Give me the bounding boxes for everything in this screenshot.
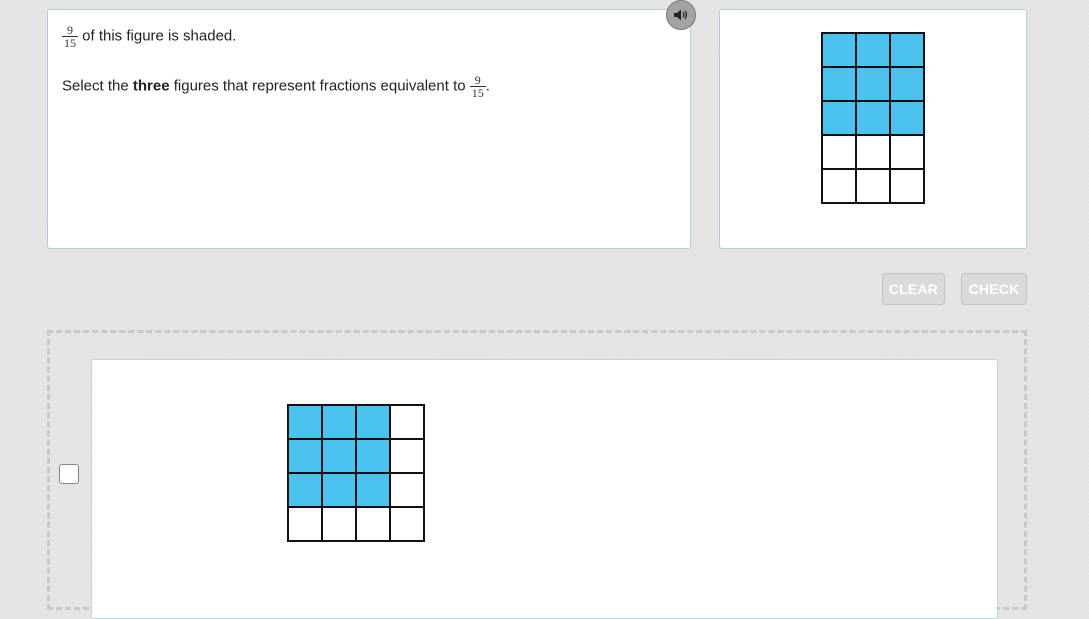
- shaded-cell: [857, 102, 889, 134]
- unshaded-cell: [289, 508, 321, 540]
- shaded-cell: [289, 440, 321, 472]
- shaded-cell: [323, 406, 355, 438]
- unshaded-cell: [357, 508, 389, 540]
- unshaded-cell: [823, 136, 855, 168]
- unshaded-cell: [391, 406, 423, 438]
- shaded-cell: [323, 474, 355, 506]
- fraction-9-15: 9 15: [469, 73, 486, 100]
- option-card[interactable]: [91, 359, 998, 619]
- shaded-cell: [891, 102, 923, 134]
- shaded-cell: [823, 68, 855, 100]
- statement-text: of this figure is shaded.: [78, 27, 237, 45]
- unshaded-cell: [323, 508, 355, 540]
- fraction-9-15: 9 15: [62, 24, 78, 49]
- instruction-bold-word: three: [132, 77, 170, 95]
- unshaded-cell: [891, 136, 923, 168]
- unshaded-cell: [857, 170, 889, 202]
- shaded-cell: [823, 102, 855, 134]
- shaded-cell: [357, 406, 389, 438]
- unshaded-cell: [891, 170, 923, 202]
- shaded-cell: [357, 440, 389, 472]
- fraction-numerator: 9: [474, 73, 481, 87]
- option-checkbox[interactable]: [59, 464, 79, 484]
- question-panel: 9 15 of this figure is shaded. Select th…: [47, 9, 691, 249]
- shaded-cell: [891, 34, 923, 66]
- instruction-suffix: .: [485, 77, 490, 95]
- fraction-denominator: 15: [469, 86, 486, 100]
- given-fraction-grid: [821, 32, 925, 204]
- check-button[interactable]: CHECK: [961, 273, 1027, 305]
- instruction-prefix: Select the: [62, 77, 133, 95]
- shaded-cell: [857, 68, 889, 100]
- clear-button[interactable]: CLEAR: [882, 273, 945, 305]
- shaded-cell: [357, 474, 389, 506]
- unshaded-cell: [391, 440, 423, 472]
- unshaded-cell: [391, 474, 423, 506]
- shaded-cell: [289, 474, 321, 506]
- unshaded-cell: [391, 508, 423, 540]
- unshaded-cell: [823, 170, 855, 202]
- fraction-numerator: 9: [67, 23, 73, 37]
- speaker-glyph: [674, 9, 688, 21]
- fraction-denominator: 15: [62, 36, 78, 50]
- shaded-cell: [891, 68, 923, 100]
- speaker-icon[interactable]: [666, 0, 696, 30]
- figure-panel: [719, 9, 1027, 249]
- option-fraction-grid: [287, 404, 425, 542]
- shaded-cell: [857, 34, 889, 66]
- question-statement: 9 15 of this figure is shaded.: [62, 24, 236, 49]
- question-instruction: Select the three figures that represent …: [62, 74, 490, 99]
- instruction-middle: figures that represent fractions equival…: [169, 77, 470, 95]
- unshaded-cell: [857, 136, 889, 168]
- shaded-cell: [823, 34, 855, 66]
- shaded-cell: [289, 406, 321, 438]
- shaded-cell: [323, 440, 355, 472]
